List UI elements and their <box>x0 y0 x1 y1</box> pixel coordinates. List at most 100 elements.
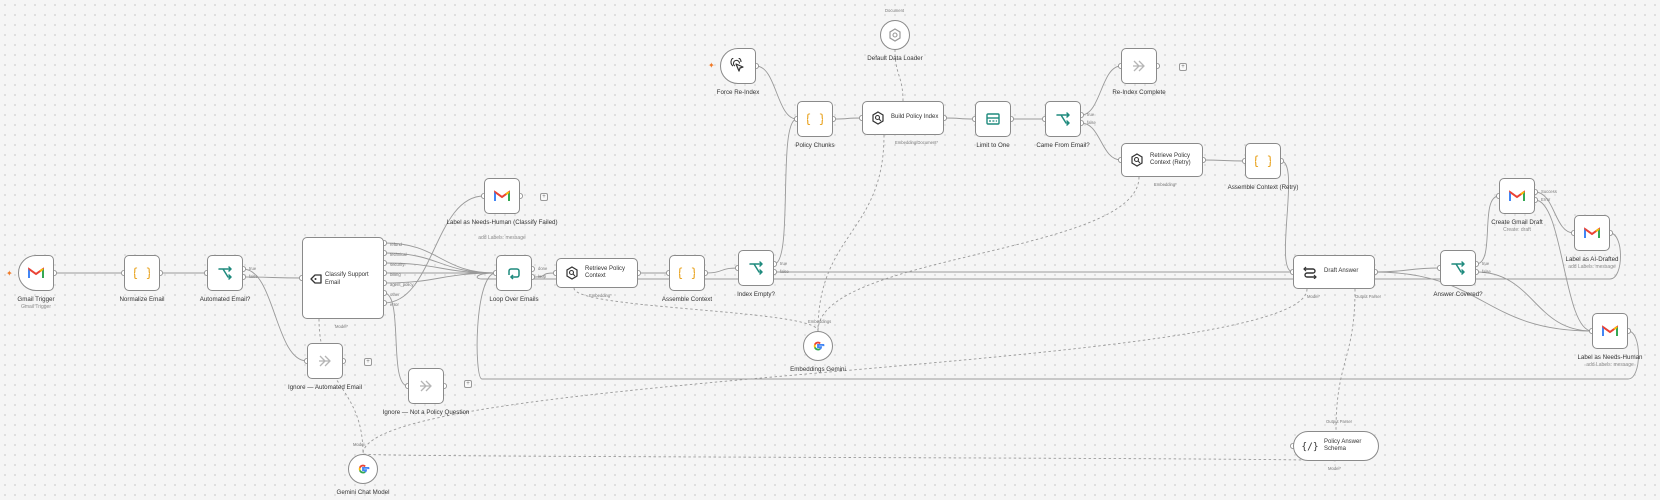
workflow-canvas[interactable]: Gmail TriggerGmail Trigger{ }Normalize E… <box>0 0 1660 500</box>
connection <box>242 268 308 362</box>
node-label-needs-human-classify[interactable] <box>484 178 520 214</box>
input-port-label: Output Parser <box>1326 419 1353 424</box>
node-label: Came From Email? <box>1036 142 1090 149</box>
add-node-button[interactable]: + <box>1179 63 1187 71</box>
code-braces-icon: { } <box>125 256 159 290</box>
connection <box>1374 267 1441 273</box>
node-limit-to-one[interactable] <box>975 101 1011 137</box>
node-build-policy-index[interactable]: Build Policy Index <box>862 101 944 135</box>
input-port-label: Model* <box>335 324 349 329</box>
code-braces-icon: { } <box>798 102 832 136</box>
node-came-from-email[interactable] <box>1045 101 1081 137</box>
node-policy-answer-schema[interactable]: {/} Policy Answer Schema <box>1293 431 1379 461</box>
node-label-ai-drafted[interactable] <box>1574 215 1610 251</box>
connection <box>1202 159 1246 162</box>
output-port-label: billing <box>390 272 401 277</box>
output-port-label: true <box>780 261 788 266</box>
vector-search-icon <box>1130 153 1144 167</box>
if-branch-icon <box>1046 102 1080 136</box>
node-create-gmail-draft[interactable] <box>1499 178 1535 214</box>
input-port-label: Model* <box>1307 294 1321 299</box>
trigger-bolt-icon: ✦ <box>6 269 13 278</box>
connection <box>476 272 1639 380</box>
node-retrieve-policy-context-retry[interactable]: Retrieve Policy Context (Retry) <box>1121 143 1203 177</box>
svg-text:{ }: { } <box>134 266 150 280</box>
output-port-label: technical <box>390 252 407 257</box>
output-port-label: Success <box>1541 189 1557 194</box>
node-classify-support-email[interactable]: Classify Support Email <box>302 237 384 319</box>
node-normalize-email[interactable]: { } <box>124 255 160 291</box>
json-schema-icon: {/} <box>1302 439 1318 453</box>
node-label: Policy Chunks <box>795 142 835 149</box>
node-assemble-context-retry[interactable]: { } <box>1245 143 1281 179</box>
node-label: Loop Over Emails <box>489 296 539 303</box>
node-index-empty[interactable] <box>738 250 774 286</box>
node-embeddings-gemini[interactable] <box>803 331 833 361</box>
output-port-label: false <box>1482 269 1491 274</box>
node-label-needs-human[interactable] <box>1592 313 1628 349</box>
connection <box>383 242 497 274</box>
connection <box>1374 271 1593 332</box>
node-default-data-loader[interactable] <box>880 20 910 50</box>
code-braces-icon: { } <box>1246 144 1280 178</box>
node-policy-chunks[interactable]: { } <box>797 101 833 137</box>
node-assemble-context[interactable]: { } <box>669 255 705 291</box>
connection <box>1280 160 1294 273</box>
node-label: Classify Support Email <box>325 272 369 286</box>
vector-search-icon <box>871 111 885 125</box>
add-node-button[interactable]: + <box>364 358 372 366</box>
input-port-label: Embeddings <box>808 319 832 324</box>
node-subtitle: Create: draft <box>1503 227 1531 233</box>
output-port-label: false <box>780 269 789 274</box>
svg-text:{ }: { } <box>807 112 823 126</box>
node-ignore-not-policy[interactable] <box>408 368 444 404</box>
svg-text:{/}: {/} <box>1302 442 1318 453</box>
node-reindex-complete[interactable] <box>1121 48 1157 84</box>
node-gemini-chat-model[interactable] <box>348 454 378 484</box>
gmail-icon <box>1575 216 1609 250</box>
node-draft-answer[interactable]: Draft Answer <box>1293 255 1375 289</box>
node-ignore-automated[interactable] <box>307 343 343 379</box>
node-label: Policy Answer Schema <box>1324 438 1362 453</box>
node-automated-email[interactable] <box>207 255 243 291</box>
node-loop-over-emails[interactable] <box>496 255 532 291</box>
connection <box>1475 271 1593 332</box>
node-answer-covered[interactable] <box>1440 250 1476 286</box>
node-label: Assemble Context (Retry) <box>1227 184 1299 191</box>
svg-text:{ }: { } <box>679 266 695 280</box>
code-braces-icon: { } <box>670 256 704 290</box>
chain-icon <box>1302 265 1318 279</box>
node-label: Label as Needs-Human (Classify Failed) <box>446 219 558 226</box>
input-port-label: Document <box>885 8 905 13</box>
svg-text:{ }: { } <box>1255 154 1271 168</box>
output-port-label: true <box>1087 112 1095 117</box>
output-port-label: other <box>390 292 400 297</box>
node-retrieve-policy-context[interactable]: Retrieve Policy Context <box>556 258 638 288</box>
input-port-label: Embedding* <box>589 293 612 298</box>
output-port-label: false <box>1087 120 1096 125</box>
sub-connection <box>817 134 885 332</box>
node-label: Ignore — Not a Policy Question <box>382 409 470 416</box>
noop-arrow-icon <box>1122 49 1156 83</box>
if-branch-icon <box>208 256 242 290</box>
add-node-button[interactable]: + <box>540 193 548 201</box>
node-label: Re-Index Complete <box>1112 89 1166 96</box>
output-port-label: agent_policy <box>390 282 414 287</box>
tag-icon <box>309 272 323 286</box>
node-label: Force Re-Index <box>716 89 760 96</box>
node-label: Retrieve Policy Context <box>585 265 626 280</box>
sub-connection <box>817 176 1140 332</box>
noop-arrow-icon <box>308 344 342 378</box>
add-node-button[interactable]: + <box>464 380 472 388</box>
output-port-label: loop <box>538 274 546 279</box>
output-port-label: false <box>249 274 258 279</box>
node-label: Default Data Loader <box>867 55 923 62</box>
connection-layer <box>51 49 1639 462</box>
sub-connection <box>362 453 1337 462</box>
connection <box>832 117 863 120</box>
output-port-label: done <box>538 266 548 271</box>
node-gmail-trigger[interactable] <box>18 255 54 291</box>
node-force-reindex[interactable] <box>720 48 756 84</box>
trigger-bolt-icon: ✦ <box>708 61 715 70</box>
output-port-label: security <box>390 262 405 267</box>
